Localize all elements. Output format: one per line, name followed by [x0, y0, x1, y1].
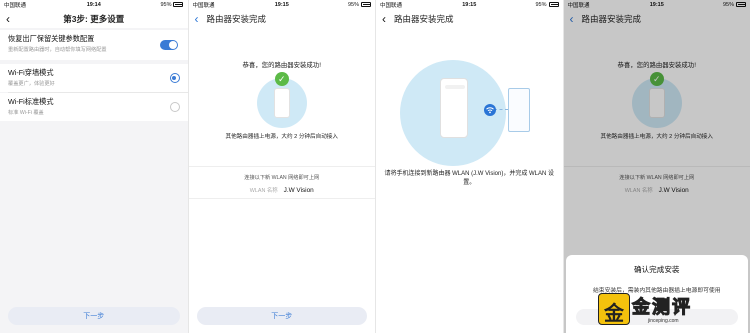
panel-install-complete: 中国联通 19:15 95% ‹ 路由器安装完成 恭喜，您的路由器安装成功! ✓…	[187, 0, 376, 333]
status-bar: 中国联通 19:15 95%	[376, 0, 563, 10]
connection-line	[494, 109, 508, 110]
wlan-name-value: J.W Vision	[283, 187, 314, 194]
back-chevron-icon[interactable]: ‹	[189, 10, 205, 28]
status-bar: 中国联通 19:14 95%	[0, 0, 188, 10]
phone-icon	[508, 88, 530, 132]
watermark-url: jinceping.com	[648, 318, 679, 324]
back-chevron-icon[interactable]: ‹	[0, 10, 16, 28]
battery-percent: 95%	[535, 2, 547, 8]
wall-mode-radio[interactable]	[169, 73, 180, 83]
standard-mode-radio[interactable]	[169, 102, 180, 112]
carrier-label: 中国联通	[4, 3, 27, 9]
watermark-word: 金测评	[632, 297, 692, 318]
setting-subtitle: 重新配置路由器时，自动帮你填写网络配置	[8, 47, 107, 53]
clock: 19:15	[274, 2, 289, 8]
router-icon	[440, 78, 468, 138]
battery-indicator: 95%	[312, 2, 371, 8]
battery-indicator: 95%	[499, 2, 559, 8]
next-button[interactable]: 下一步	[8, 307, 180, 325]
panel-connect-phone: 中国联通 19:15 95% ‹ 路由器安装完成 请将手机连接到新路由器 WLA…	[375, 0, 563, 333]
check-icon: ✓	[274, 72, 289, 86]
setting-row-factory-reset[interactable]: 恢复出厂保留关键参数配置 重新配置路由器时，自动帮你填写网络配置	[0, 30, 188, 60]
nav-bar: ‹ 路由器安装完成	[189, 10, 376, 28]
setting-subtitle: 标准 Wi-Fi 覆盖	[8, 110, 44, 116]
panel-confirm-dialog: 中国联通 19:15 95% ‹ 路由器安装完成 恭喜，您的路由器安装成功! ✓…	[562, 0, 750, 333]
wifi-icon	[484, 104, 496, 116]
back-chevron-icon[interactable]: ‹	[376, 10, 392, 28]
connect-tip: 连接以下新 WLAN 网络即可上网	[244, 175, 320, 181]
setting-row-standard-mode[interactable]: Wi-Fi标准模式 标准 Wi-Fi 覆盖	[0, 93, 188, 121]
wlan-name-row: WLAN 名称 J.W Vision	[189, 186, 376, 194]
setting-row-wall-mode[interactable]: Wi-Fi穿墙模式 覆盖更广，体验更好	[0, 64, 188, 92]
page-title: 路由器安装完成	[394, 14, 454, 24]
watermark-seal-icon: 金	[598, 293, 630, 325]
router-icon	[273, 88, 290, 118]
factory-reset-toggle[interactable]	[159, 40, 178, 50]
setting-title: 恢复出厂保留关键参数配置	[8, 34, 95, 43]
nav-bar: ‹ 路由器安装完成	[376, 10, 563, 28]
page-title: 路由器安装完成	[206, 14, 267, 24]
carrier-label: 中国联通	[192, 3, 215, 9]
battery-icon	[173, 2, 184, 8]
battery-percent: 95%	[160, 2, 172, 8]
nav-bar: ‹ 第3步: 更多设置	[0, 10, 188, 28]
battery-indicator: 95%	[124, 2, 184, 8]
next-button[interactable]: 下一步	[196, 307, 367, 325]
mesh-hint: 其他路由器插上电源，大约 2 分钟后自动接入	[225, 134, 338, 140]
battery-percent: 95%	[347, 2, 359, 8]
status-bar: 中国联通 19:15 95%	[189, 0, 376, 10]
page-title: 第3步: 更多设置	[63, 14, 125, 24]
dialog-title: 确认完成安装	[633, 265, 680, 274]
setting-title: Wi-Fi穿墙模式	[8, 68, 54, 77]
divider	[188, 198, 375, 199]
success-message: 恭喜，您的路由器安装成功!	[242, 62, 321, 69]
connect-instruction: 请将手机连接到新路由器 WLAN (J.W Vision)，并完成 WLAN 设…	[384, 171, 555, 186]
battery-icon	[548, 2, 559, 8]
carrier-label: 中国联通	[380, 3, 403, 9]
panel-more-settings: 中国联通 19:14 95% ‹ 第3步: 更多设置 恢复出厂保留关键参数配置 …	[0, 0, 188, 333]
clock: 19:14	[86, 2, 101, 8]
screenshot-strip: 中国联通 19:14 95% ‹ 第3步: 更多设置 恢复出厂保留关键参数配置 …	[0, 0, 750, 333]
setting-title: Wi-Fi标准模式	[8, 97, 54, 106]
clock: 19:15	[462, 2, 477, 8]
battery-icon	[361, 2, 371, 8]
setting-subtitle: 覆盖更广，体验更好	[8, 81, 55, 87]
watermark-logo: 金 金测评 jinceping.com	[598, 293, 716, 327]
wlan-name-label: WLAN 名称	[249, 188, 278, 194]
router-illustration: ✓	[256, 72, 307, 128]
divider	[188, 166, 375, 167]
